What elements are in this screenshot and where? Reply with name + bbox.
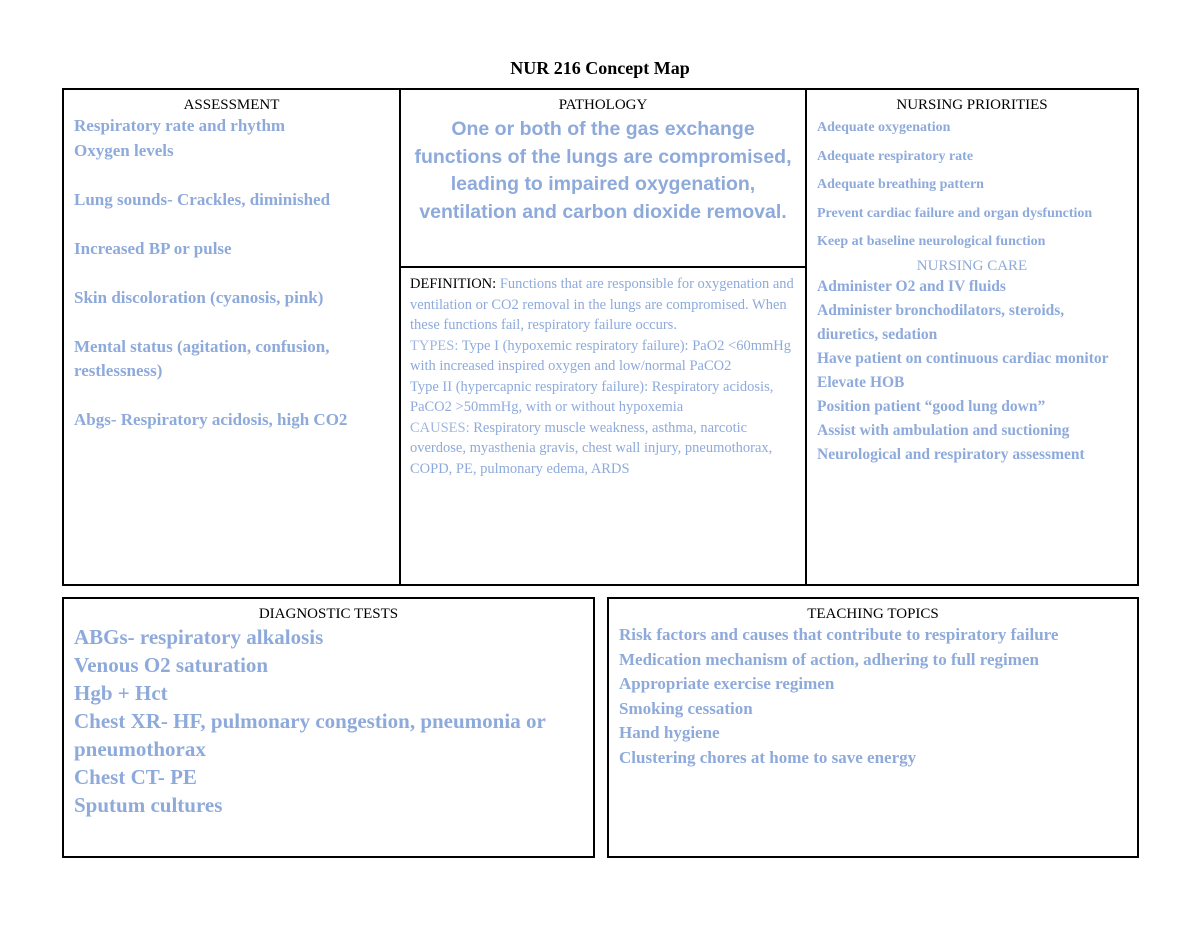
type1-text: Type I (hypoxemic respiratory failure): … [410, 337, 792, 375]
diagnostic-item: Venous O2 saturation [74, 653, 269, 677]
teaching-item: Smoking cessation [619, 698, 753, 718]
teaching-topics-list: Risk factors and causes that contribute … [619, 623, 1127, 770]
teaching-item: Hand hygiene [619, 723, 720, 742]
pathology-definition: DEFINITION: Functions that are responsib… [401, 268, 805, 485]
types-label: TYPES: [410, 337, 459, 354]
diagnostic-item: Chest CT- PE [74, 765, 197, 789]
teaching-topics-section: TEACHING TOPICS Risk factors and causes … [607, 597, 1139, 858]
assessment-item: Mental status (agitation, confusion, res… [74, 336, 330, 381]
pathology-body: One or both of the gas exchange function… [414, 118, 792, 223]
assessment-item: Skin discoloration (cyanosis, pink) [74, 287, 324, 307]
assessment-item: Lung sounds- Crackles, diminished [74, 189, 331, 209]
priority-item: Adequate respiratory rate [817, 148, 974, 164]
care-item: Assist with ambulation and suctioning [817, 421, 1070, 439]
care-item: Have patient on continuous cardiac monit… [817, 349, 1109, 367]
diagnostic-tests-header: DIAGNOSTIC TESTS [258, 606, 399, 622]
definition-label: DEFINITION: [410, 276, 497, 292]
nursing-care-list: Administer O2 and IV fluids Administer b… [817, 275, 1127, 467]
nursing-care-header: NURSING CARE [916, 257, 1028, 274]
care-item: Administer bronchodilators, steroids, di… [817, 301, 1065, 343]
care-item: Neurological and respiratory assessment [817, 445, 1085, 463]
priority-item: Keep at baseline neurological function [817, 234, 1046, 249]
diagnostic-item: Chest XR- HF, pulmonary congestion, pneu… [74, 709, 546, 761]
care-item: Position patient “good lung down” [817, 397, 1046, 415]
teaching-item: Medication mechanism of action, adhering… [619, 649, 1039, 669]
teaching-item: Clustering chores at home to save energy [619, 747, 917, 767]
assessment-item: Abgs- Respiratory acidosis, high CO2 [74, 410, 348, 429]
assessment-item: Respiratory rate and rhythm [74, 116, 286, 135]
priority-item: Adequate oxygenation [817, 120, 951, 135]
nursing-priorities-header: NURSING PRIORITIES [896, 97, 1048, 113]
assessment-header: ASSESSMENT [183, 97, 280, 113]
assessment-list: Respiratory rate and rhythm Oxygen level… [74, 114, 389, 433]
care-item: Elevate HOB [817, 373, 905, 391]
concept-map-table: ASSESSMENT Respiratory rate and rhythm O… [62, 88, 1139, 586]
diagnostic-tests-list: ABGs- respiratory alkalosis Venous O2 sa… [74, 623, 583, 819]
page-title: NUR 216 Concept Map [510, 58, 690, 78]
causes-label: CAUSES: [410, 419, 470, 436]
assessment-item: Oxygen levels [74, 140, 174, 160]
diagnostic-item: Sputum cultures [74, 793, 223, 817]
diagnostic-item: Hgb + Hct [74, 681, 168, 705]
teaching-item: Risk factors and causes that contribute … [619, 625, 1059, 644]
assessment-item: Increased BP or pulse [74, 238, 232, 258]
type2-text: Type II (hypercapnic respiratory failure… [410, 378, 774, 416]
diagnostic-tests-section: DIAGNOSTIC TESTS ABGs- respiratory alkal… [62, 597, 595, 858]
priority-item: Adequate breathing pattern [817, 177, 984, 192]
pathology-header: PATHOLOGY [558, 97, 648, 113]
pathology-section: PATHOLOGY One or both of the gas exchang… [401, 90, 807, 584]
pathology-summary: PATHOLOGY One or both of the gas exchang… [401, 90, 805, 268]
teaching-topics-header: TEACHING TOPICS [807, 606, 939, 622]
assessment-section: ASSESSMENT Respiratory rate and rhythm O… [64, 90, 401, 584]
nursing-priorities-list: Adequate oxygenation Adequate respirator… [817, 114, 1127, 257]
teaching-item: Appropriate exercise regimen [619, 674, 835, 693]
priority-item: Prevent cardiac failure and organ dysfun… [817, 205, 1093, 221]
care-item: Administer O2 and IV fluids [817, 277, 1006, 295]
diagnostic-item: ABGs- respiratory alkalosis [74, 625, 324, 649]
nursing-priorities-section: NURSING PRIORITIES Adequate oxygenation … [807, 90, 1137, 584]
